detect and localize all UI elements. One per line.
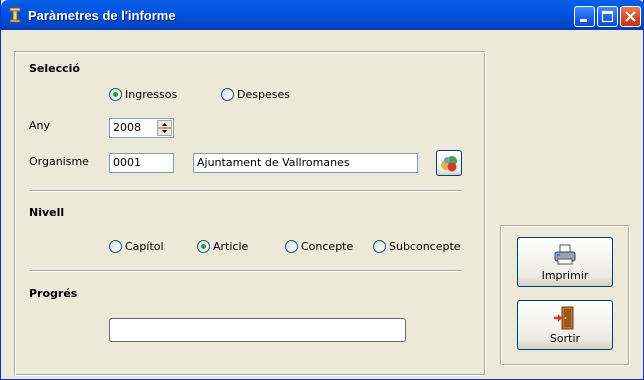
separator-2 <box>29 270 462 272</box>
radio-label: Concepte <box>301 240 354 253</box>
dialog-body: Selecció Ingressos Despeses Any 2008 Org… <box>4 30 642 377</box>
app-icon <box>9 7 21 23</box>
maximize-icon <box>601 10 614 23</box>
printer-icon <box>554 244 576 265</box>
organisme-label: Organisme <box>29 155 89 168</box>
radio-circle <box>221 88 234 101</box>
close-icon <box>625 11 636 22</box>
progres-title: Progrés <box>29 287 78 300</box>
radio-circle <box>285 240 298 253</box>
radio-circle <box>197 240 210 253</box>
any-value: 2008 <box>113 121 141 134</box>
radio-circle <box>109 240 122 253</box>
sortir-button[interactable]: Sortir <box>517 300 613 350</box>
seleccio-title: Selecció <box>29 62 80 75</box>
minimize-button[interactable] <box>574 6 595 27</box>
radio-label: Subconcepte <box>389 240 461 253</box>
radio-label: Ingressos <box>125 88 178 101</box>
arrow-down-icon <box>162 130 167 133</box>
spinner-arrows <box>157 120 172 136</box>
radio-label: Despeses <box>237 88 290 101</box>
title-bar[interactable]: Paràmetres de l'informe <box>1 0 644 30</box>
any-label: Any <box>29 119 51 132</box>
spin-up-button[interactable] <box>157 120 172 128</box>
imprimir-button[interactable]: Imprimir <box>517 237 613 287</box>
exit-door-icon <box>554 306 574 330</box>
arrow-up-icon <box>162 123 167 126</box>
organisme-code-input[interactable]: 0001 <box>109 153 174 173</box>
imprimir-label: Imprimir <box>541 269 589 282</box>
progress-bar <box>109 318 406 342</box>
maximize-button[interactable] <box>597 6 618 27</box>
window-title: Paràmetres de l'informe <box>28 8 176 23</box>
radio-label: Capítol <box>125 240 164 253</box>
sortir-label: Sortir <box>549 332 581 345</box>
radio-selected-dot <box>113 92 118 97</box>
search-organisme-button[interactable] <box>436 150 462 176</box>
spin-down-button[interactable] <box>157 128 172 136</box>
separator-1 <box>29 190 462 192</box>
close-button[interactable] <box>620 6 641 27</box>
organisme-name-input[interactable]: Ajuntament de Vallromanes <box>193 153 418 173</box>
radio-circle <box>373 240 386 253</box>
nivell-title: Nivell <box>29 206 65 219</box>
any-spinner[interactable]: 2008 <box>109 118 174 138</box>
radio-label: Article <box>213 240 249 253</box>
dialog-window: Paràmetres de l'informe Selecció Ingress… <box>0 0 644 380</box>
radio-circle <box>109 88 122 101</box>
radio-selected-dot <box>201 244 206 249</box>
minimize-icon <box>580 19 587 22</box>
lookup-icon <box>441 156 457 172</box>
